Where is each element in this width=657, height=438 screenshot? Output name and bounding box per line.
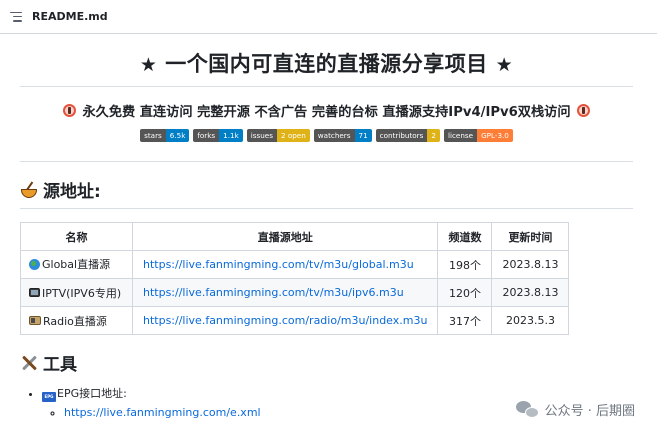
radio-icon: [29, 316, 41, 325]
readme-content: ★ 一个国内可直连的直播源分享项目 ★ 永久免费 直连访问 完整开源 不含广告 …: [20, 34, 633, 419]
source-name-text: IPTV(IPV6专用): [42, 286, 122, 300]
table-header-row: 名称 直播源地址 频道数 更新时间: [20, 222, 570, 251]
source-updated: 2023.8.13: [491, 278, 570, 307]
hammer-wrench-icon: [20, 354, 38, 372]
column-header-url: 直播源地址: [131, 222, 439, 251]
source-name: IPTV(IPV6专用): [20, 278, 133, 307]
badge-row: stars 6.5k forks 1.1k issues 2 open watcher…: [20, 129, 633, 142]
watermark-text: 公众号 · 后期圈: [544, 404, 635, 419]
subtitle-text: 永久免费 直连访问 完整开源 不含广告 完善的台标 直播源支持IPv4/IPv6…: [82, 105, 571, 120]
file-name: README.md: [32, 10, 108, 23]
table-of-contents-icon[interactable]: [10, 11, 22, 22]
source-name-text: Global直播源: [42, 258, 111, 272]
badge-forks[interactable]: forks 1.1k: [193, 129, 243, 142]
source-name: Global直播源: [20, 250, 133, 279]
badge-watchers[interactable]: watchers 71: [313, 129, 372, 142]
source-url-link[interactable]: https://live.fanmingming.com/tv/m3u/glob…: [143, 258, 414, 271]
epg-link[interactable]: https://live.fanmingming.com/e.xml: [64, 406, 261, 419]
no-entry-icon: [63, 104, 77, 117]
readme-title: ★ 一个国内可直连的直播源分享项目 ★: [20, 48, 633, 87]
source-channels: 198个: [437, 250, 493, 279]
tools-heading: 工具: [20, 350, 633, 375]
tv-icon: [29, 288, 40, 297]
badge-license[interactable]: license GPL-3.0: [443, 129, 513, 142]
table-row: Radio直播源 https://live.fanmingming.com/ra…: [20, 306, 570, 335]
source-url-link[interactable]: https://live.fanmingming.com/tv/m3u/ipv6…: [143, 286, 404, 299]
title-text: 一个国内可直连的直播源分享项目: [165, 52, 488, 76]
table-row: IPTV(IPV6专用) https://live.fanmingming.co…: [20, 278, 570, 307]
sources-heading-text: 源地址:: [43, 182, 101, 202]
divider: [20, 161, 633, 162]
bowl-icon: [20, 181, 38, 199]
table-row: Global直播源 https://live.fanmingming.com/t…: [20, 250, 570, 279]
source-name: Radio直播源: [20, 306, 133, 335]
tool-label: EPG接口地址:: [57, 387, 127, 400]
sources-table: 名称 直播源地址 频道数 更新时间 Global直播源 https://live…: [20, 222, 570, 335]
source-url-link[interactable]: https://live.fanmingming.com/radio/m3u/i…: [143, 314, 427, 327]
file-header: README.md: [0, 0, 657, 34]
tools-heading-text: 工具: [43, 355, 77, 375]
no-entry-icon: [576, 104, 590, 117]
badge-stars[interactable]: stars 6.5k: [140, 129, 190, 142]
source-name-text: Radio直播源: [43, 314, 107, 328]
badge-issues[interactable]: issues 2 open: [246, 129, 310, 142]
column-header-updated: 更新时间: [491, 222, 570, 251]
source-url: https://live.fanmingming.com/radio/m3u/i…: [131, 306, 439, 335]
sources-heading: 源地址:: [20, 177, 633, 209]
source-updated: 2023.5.3: [491, 306, 570, 335]
source-channels: 120个: [437, 278, 493, 307]
source-channels: 317个: [437, 306, 493, 335]
globe-icon: [29, 258, 40, 270]
epg-icon: EPG: [42, 392, 56, 402]
readme-subtitle: 永久免费 直连访问 完整开源 不含广告 完善的台标 直播源支持IPv4/IPv6…: [20, 101, 633, 120]
column-header-name: 名称: [20, 222, 133, 251]
source-url: https://live.fanmingming.com/tv/m3u/glob…: [131, 250, 439, 279]
column-header-channels: 频道数: [437, 222, 493, 251]
star-icon: ★: [139, 54, 158, 76]
source-url: https://live.fanmingming.com/tv/m3u/ipv6…: [131, 278, 439, 307]
badge-contributors[interactable]: contributors 2: [375, 129, 440, 142]
watermark: 公众号 · 后期圈: [515, 400, 635, 419]
source-updated: 2023.8.13: [491, 250, 570, 279]
wechat-icon: [515, 400, 540, 419]
star-icon: ★: [495, 54, 514, 76]
